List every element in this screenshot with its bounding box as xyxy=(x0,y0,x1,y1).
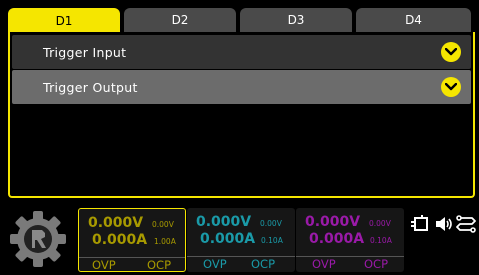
trigger-input-row[interactable]: Trigger Input xyxy=(12,35,471,69)
channel-1-set-voltage: 0.00V xyxy=(152,220,174,229)
channel-1-ovp[interactable]: OVP xyxy=(92,258,116,272)
channel-2-ovp[interactable]: OVP xyxy=(203,257,227,271)
channel-2-panel[interactable]: 0.000V 0.00V 0.000A 0.10A OVP OCP xyxy=(187,208,295,272)
channel-3-ovp[interactable]: OVP xyxy=(312,257,336,271)
channel-3-voltage: 0.000V xyxy=(305,214,361,230)
tab-d3[interactable]: D3 xyxy=(240,8,352,32)
trigger-output-row[interactable]: Trigger Output xyxy=(12,70,471,104)
channel-1-voltage: 0.000V xyxy=(88,215,144,231)
channel-2-ocp[interactable]: OCP xyxy=(251,257,275,271)
channel-2-set-voltage: 0.00V xyxy=(260,219,282,228)
channel-3-current: 0.000A xyxy=(309,231,365,247)
trigger-input-label: Trigger Input xyxy=(43,44,127,60)
chevron-down-icon[interactable] xyxy=(441,42,461,62)
channel-3-ocp[interactable]: OCP xyxy=(364,257,388,271)
gear-icon[interactable] xyxy=(8,209,68,269)
usb-connection-icon[interactable] xyxy=(456,214,476,234)
tab-d2[interactable]: D2 xyxy=(124,8,236,32)
channel-1-set-current: 1.00A xyxy=(154,237,176,246)
channel-1-current: 0.000A xyxy=(92,232,148,248)
channel-3-set-current: 0.10A xyxy=(370,236,392,245)
channel-2-voltage: 0.000V xyxy=(196,214,252,230)
channel-3-panel[interactable]: 0.000V 0.00V 0.000A 0.10A OVP OCP xyxy=(296,208,404,272)
channel-1-panel[interactable]: 0.000V 0.00V 0.000A 1.00A OVP OCP xyxy=(78,208,186,272)
trigger-output-label: Trigger Output xyxy=(43,79,138,95)
speaker-icon[interactable] xyxy=(434,214,454,234)
tab-d4[interactable]: D4 xyxy=(356,8,471,32)
tab-bar: D1 D2 D3 D4 xyxy=(8,8,471,34)
settings-panel: Trigger Input Trigger Output xyxy=(8,32,475,198)
remote-io-icon[interactable] xyxy=(410,214,430,234)
channel-2-current: 0.000A xyxy=(200,231,256,247)
channel-2-set-current: 0.10A xyxy=(261,236,283,245)
tab-d1[interactable]: D1 xyxy=(8,8,120,34)
channel-3-set-voltage: 0.00V xyxy=(369,219,391,228)
chevron-down-icon[interactable] xyxy=(441,77,461,97)
channel-1-ocp[interactable]: OCP xyxy=(147,258,171,272)
